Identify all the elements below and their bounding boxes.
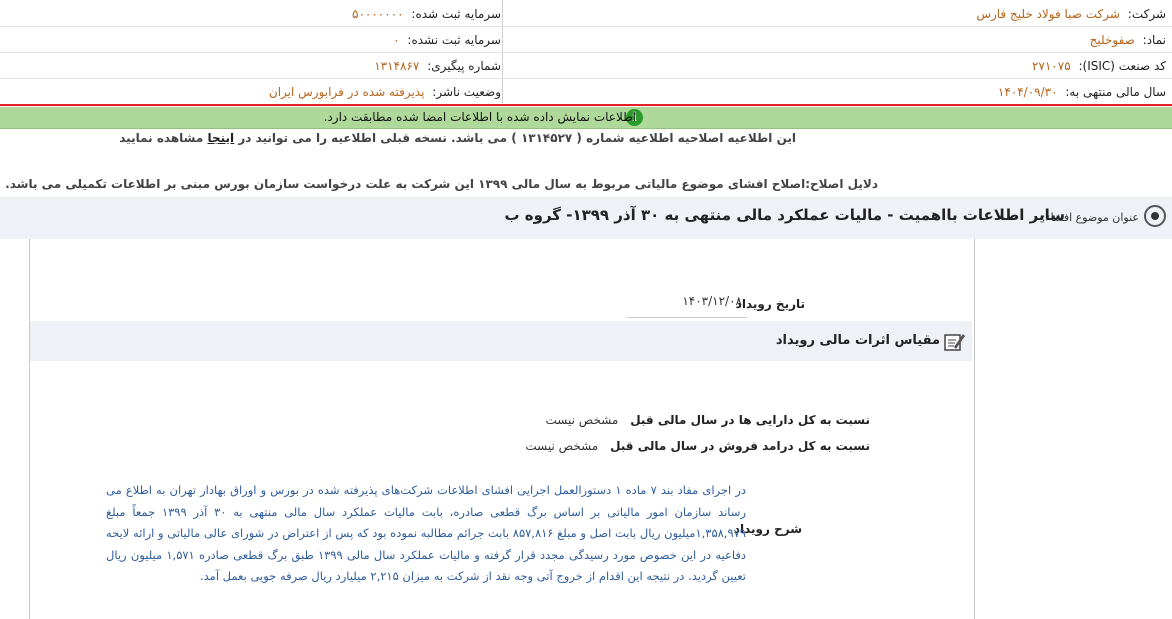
tracking-value: ۱۳۱۴۸۶۷	[374, 59, 420, 73]
financial-effect-title: مقیاس اثرات مالی رویداد	[775, 333, 940, 348]
company-value: شرکت صبا فولاد خلیج فارس	[976, 7, 1120, 21]
tracking-cell: شماره پیگیری: ۱۳۱۴۸۶۷	[374, 52, 501, 78]
alert-divider	[0, 104, 1172, 106]
info-grid: شرکت: شرکت صبا فولاد خلیج فارس سرمایه ثب…	[0, 0, 1172, 105]
signed-notice-text: اطلاعات نمایش داده شده با اطلاعات امضا ش…	[323, 110, 636, 124]
info-row-company: شرکت: شرکت صبا فولاد خلیج فارس سرمایه ثب…	[0, 0, 1172, 27]
signed-notice-bar: i اطلاعات نمایش داده شده با اطلاعات امضا…	[0, 107, 1172, 129]
capital-unregistered-cell: سرمایه ثبت نشده: ۰	[393, 26, 501, 52]
info-row-isic: کد صنعت (ISIC): ۲۷۱۰۷۵ شماره پیگیری: ۱۳۱…	[0, 52, 1172, 79]
tracking-label: شماره پیگیری:	[427, 59, 501, 73]
previous-version-link[interactable]: اینجا	[207, 131, 234, 145]
symbol-value: صفوخلیج	[1089, 33, 1135, 47]
info-row-symbol: نماد: صفوخلیج سرمایه ثبت نشده: ۰	[0, 26, 1172, 53]
event-date-underline	[627, 317, 747, 318]
subject-band: عنوان موضوع افشاء: سایر اطلاعات بااهمیت …	[0, 197, 1172, 239]
isic-label: کد صنعت (ISIC):	[1078, 59, 1166, 73]
event-description-text: در اجرای مفاد بند ۷ ماده ۱ دستورالعمل اج…	[106, 483, 746, 583]
capital-registered-label: سرمایه ثبت شده:	[411, 7, 501, 21]
correction-notice: این اطلاعیه اصلاحیه اطلاعیه شماره ( ۱۳۱۴…	[119, 131, 796, 145]
ratio-sales-label: نسبت به کل درامد فروش در سال مالی قبل	[610, 439, 870, 453]
ratio-sales-value: مشخص نیست	[525, 439, 599, 453]
symbol-cell: نماد: صفوخلیج	[1090, 26, 1166, 52]
capital-unregistered-value: ۰	[393, 33, 400, 47]
capital-unregistered-label: سرمایه ثبت نشده:	[407, 33, 501, 47]
info-row-fiscal: سال مالی منتهی به: ۱۴۰۴/۰۹/۳۰ وضعیت ناشر…	[0, 78, 1172, 105]
capital-registered-cell: سرمایه ثبت شده: ۵۰۰۰۰۰۰۰	[352, 0, 501, 26]
ratio-sales: نسبت به کل درامد فروش در سال مالی قبل مش…	[525, 439, 870, 453]
isic-value: ۲۷۱۰۷۵	[1031, 59, 1071, 73]
target-icon	[1144, 205, 1166, 227]
correction-notice-before: این اطلاعیه اصلاحیه اطلاعیه شماره ( ۱۳۱۴…	[234, 131, 796, 145]
symbol-label: نماد:	[1142, 33, 1166, 47]
correction-reasons: دلایل اصلاح:اصلاح افشای موضوع مالیاتی مر…	[5, 177, 878, 191]
correction-notice-after: مشاهده نمایید	[119, 131, 208, 145]
fiscal-year-cell: سال مالی منتهی به: ۱۴۰۴/۰۹/۳۰	[998, 78, 1166, 104]
publisher-status-value: پذیرفته شده در فرابورس ایران	[268, 85, 425, 99]
isic-cell: کد صنعت (ISIC): ۲۷۱۰۷۵	[1032, 52, 1166, 78]
event-date-value: ۱۴۰۳/۱۲/۰۸	[682, 294, 742, 308]
capital-registered-value: ۵۰۰۰۰۰۰۰	[352, 7, 404, 21]
publisher-status-cell: وضعیت ناشر: پذیرفته شده در فرابورس ایران	[269, 78, 501, 104]
fiscal-year-value: ۱۴۰۴/۰۹/۳۰	[997, 85, 1058, 99]
ratio-assets-label: نسبت به کل دارایی ها در سال مالی قبل	[630, 413, 870, 427]
publisher-status-label: وضعیت ناشر:	[432, 85, 501, 99]
subject-title: سایر اطلاعات بااهمیت - مالیات عملکرد مال…	[504, 206, 1065, 224]
company-cell: شرکت: شرکت صبا فولاد خلیج فارس	[976, 0, 1166, 26]
fiscal-year-label: سال مالی منتهی به:	[1065, 85, 1166, 99]
event-date-label: تاریخ رویداد	[735, 297, 805, 311]
company-label: شرکت:	[1127, 7, 1166, 21]
ratio-assets: نسبت به کل دارایی ها در سال مالی قبل مشخ…	[546, 413, 870, 427]
ratio-assets-value: مشخص نیست	[545, 413, 619, 427]
edit-icon	[944, 334, 965, 351]
